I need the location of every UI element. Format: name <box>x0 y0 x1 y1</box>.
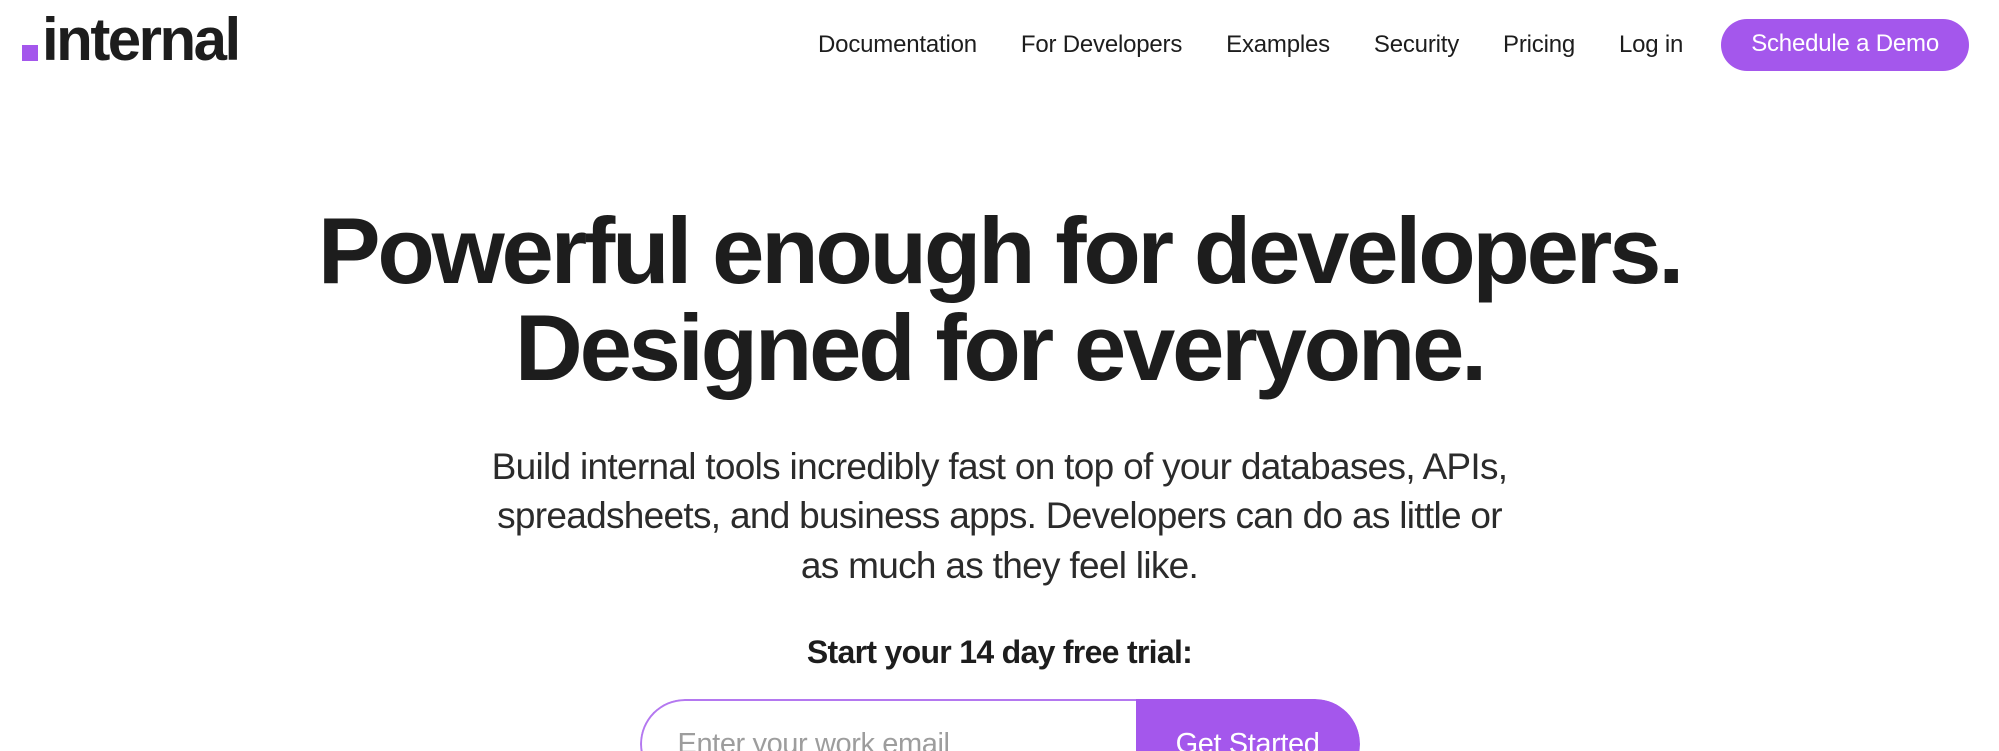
brand-logo[interactable]: internal <box>22 6 241 73</box>
brand-logo-text: internal <box>42 6 241 73</box>
schedule-demo-button[interactable]: Schedule a Demo <box>1721 19 1969 71</box>
page-title: Powerful enough for developers. Designed… <box>317 198 1684 400</box>
primary-navigation: Documentation For Developers Examples Se… <box>796 0 1969 90</box>
nav-item-documentation[interactable]: Documentation <box>796 31 999 59</box>
get-started-button[interactable]: Get Started <box>1135 699 1360 751</box>
nav-item-examples[interactable]: Examples <box>1204 31 1352 59</box>
nav-item-pricing[interactable]: Pricing <box>1481 31 1597 59</box>
nav-item-security[interactable]: Security <box>1352 31 1481 59</box>
hero-subheadline: Build internal tools incredibly fast on … <box>491 445 1508 586</box>
nav-item-for-developers[interactable]: For Developers <box>999 31 1204 59</box>
headline-line-1: Powerful enough for developers. <box>317 198 1684 303</box>
work-email-input[interactable] <box>639 699 1136 751</box>
square-dot-icon <box>22 45 38 61</box>
free-trial-label: Start your 14 day free trial: <box>806 634 1193 671</box>
site-header: internal Documentation For Developers Ex… <box>0 0 1999 90</box>
headline-line-2: Designed for everyone. <box>514 294 1487 400</box>
landing-page: internal Documentation For Developers Ex… <box>0 0 1999 751</box>
signup-form: Get Started <box>639 699 1360 751</box>
hero-section: Powerful enough for developers. Designed… <box>0 90 1999 751</box>
nav-item-log-in[interactable]: Log in <box>1597 31 1705 59</box>
